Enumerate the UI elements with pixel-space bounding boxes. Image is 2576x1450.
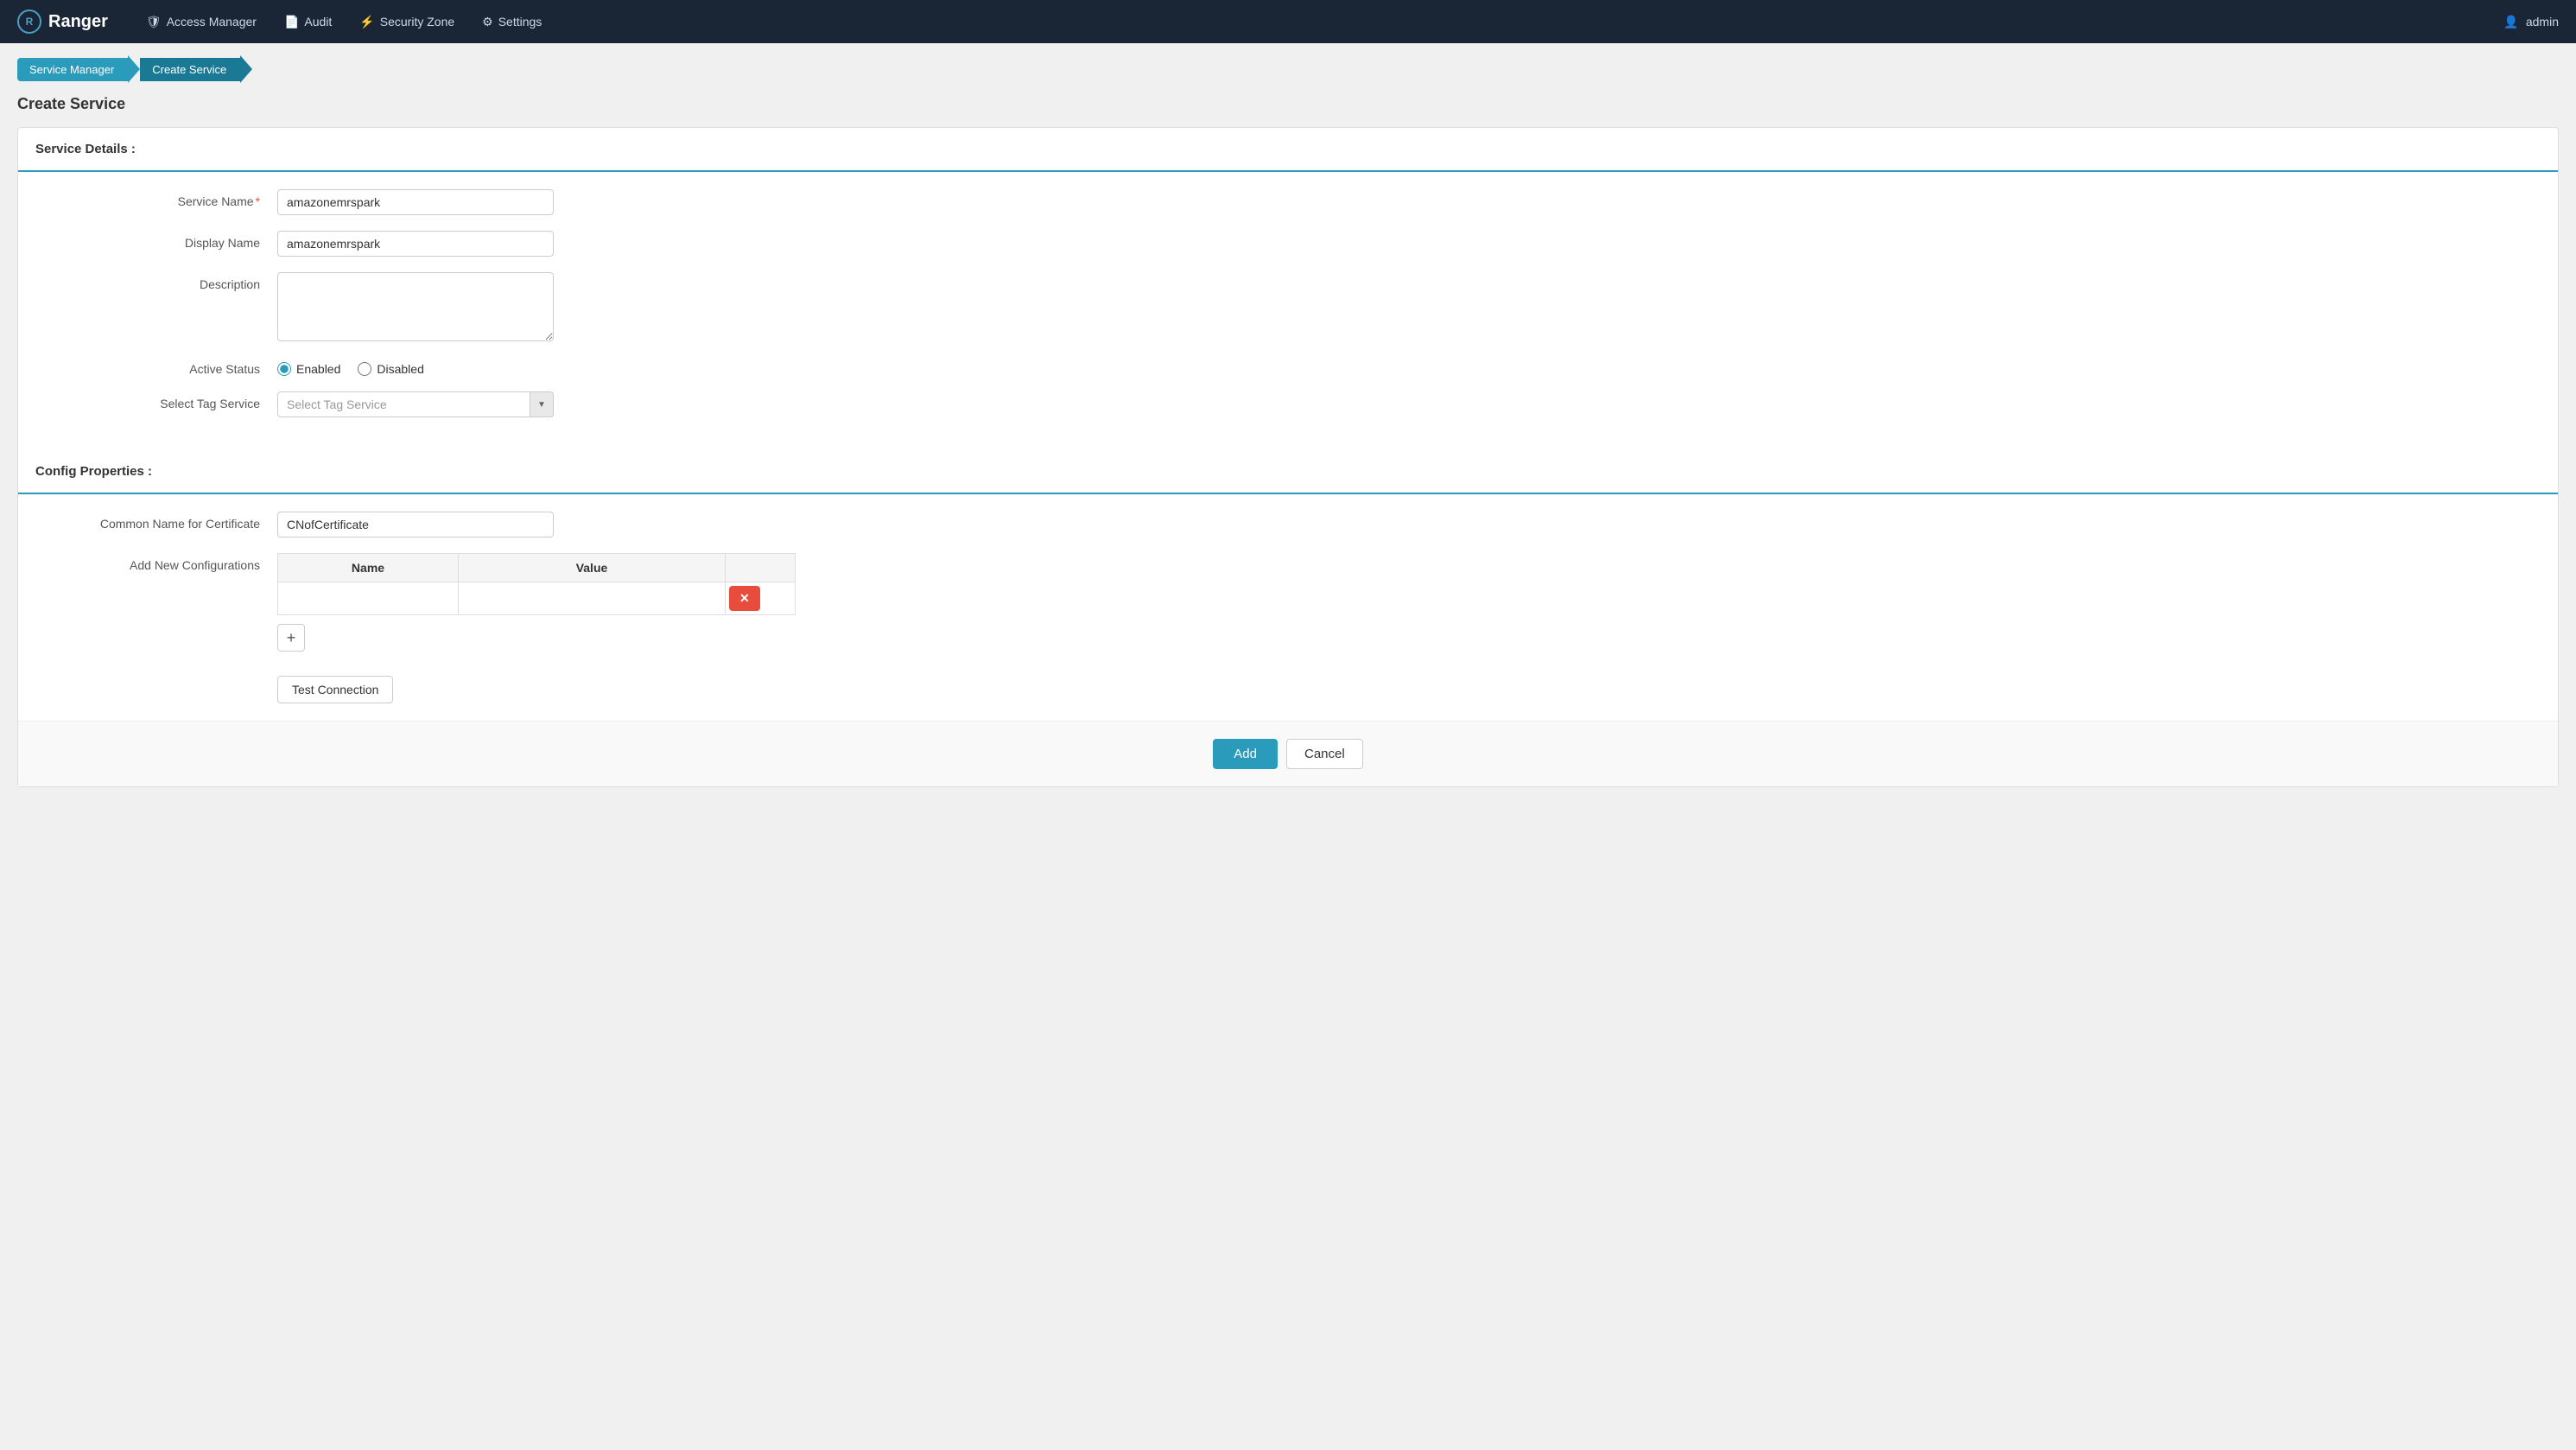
enabled-label: Enabled xyxy=(296,362,340,376)
test-connection-wrapper: Test Connection xyxy=(35,667,2541,703)
common-name-input[interactable] xyxy=(277,512,554,537)
config-table-wrapper: Name Value xyxy=(277,553,796,652)
disabled-radio-label[interactable]: Disabled xyxy=(358,362,423,376)
remove-row-button[interactable]: ✕ xyxy=(729,586,760,611)
active-status-row: Active Status Enabled Disabled xyxy=(35,357,2541,376)
description-input[interactable] xyxy=(277,272,554,341)
description-label: Description xyxy=(35,272,277,291)
tag-service-select[interactable]: Select Tag Service xyxy=(277,391,554,417)
required-indicator: * xyxy=(256,194,260,208)
service-details-header: Service Details : xyxy=(18,128,2558,172)
page-title: Create Service xyxy=(0,92,2576,127)
nav-audit[interactable]: 📄 Audit xyxy=(272,8,344,36)
tag-service-label: Select Tag Service xyxy=(35,391,277,410)
nav-settings-label: Settings xyxy=(498,15,542,29)
active-status-group: Enabled Disabled xyxy=(277,357,424,376)
shield-icon: 🛡 xyxy=(146,15,162,29)
admin-label: admin xyxy=(2526,15,2559,29)
breadcrumb-arrow-2 xyxy=(240,55,252,83)
admin-icon: 👤 xyxy=(2503,15,2518,29)
config-value-input[interactable] xyxy=(462,588,721,610)
disabled-label: Disabled xyxy=(377,362,423,376)
nav-security-zone-label: Security Zone xyxy=(380,15,454,29)
service-details-body: Service Name* Display Name Description A… xyxy=(18,172,2558,450)
config-table-header-row: Name Value xyxy=(278,554,796,582)
add-new-config-row: Add New Configurations Name Value xyxy=(35,553,2541,652)
nav-items: 🛡 Access Manager 📄 Audit ⚡ Security Zone… xyxy=(134,8,2504,36)
config-name-cell xyxy=(278,582,459,615)
settings-icon: ⚙ xyxy=(482,15,493,29)
brand-name: Ranger xyxy=(48,12,108,32)
add-row-button[interactable]: + xyxy=(277,624,305,652)
breadcrumb-create-service[interactable]: Create Service xyxy=(140,58,240,81)
active-status-label: Active Status xyxy=(35,357,277,376)
description-row: Description xyxy=(35,272,2541,341)
security-zone-icon: ⚡ xyxy=(359,15,374,29)
form-footer: Add Cancel xyxy=(18,721,2558,786)
config-action-cell: ✕ xyxy=(726,582,796,615)
disabled-radio[interactable] xyxy=(358,362,371,376)
breadcrumb-arrow-1 xyxy=(128,55,140,83)
nav-security-zone[interactable]: ⚡ Security Zone xyxy=(347,8,466,36)
nav-access-manager[interactable]: 🛡 Access Manager xyxy=(134,8,269,36)
table-row: ✕ xyxy=(278,582,796,615)
config-value-cell xyxy=(459,582,726,615)
common-name-row: Common Name for Certificate xyxy=(35,512,2541,537)
service-name-label: Service Name* xyxy=(35,189,277,208)
config-properties-body: Common Name for Certificate Add New Conf… xyxy=(18,494,2558,721)
action-col-header xyxy=(726,554,796,582)
service-name-row: Service Name* xyxy=(35,189,2541,215)
admin-menu[interactable]: 👤 admin xyxy=(2503,15,2559,29)
display-name-row: Display Name xyxy=(35,231,2541,257)
display-name-label: Display Name xyxy=(35,231,277,250)
enabled-radio-label[interactable]: Enabled xyxy=(277,362,340,376)
tag-service-row: Select Tag Service Select Tag Service ▼ xyxy=(35,391,2541,417)
config-properties-header: Config Properties : xyxy=(18,450,2558,494)
breadcrumb-service-manager[interactable]: Service Manager xyxy=(17,58,128,81)
config-table: Name Value xyxy=(277,553,796,615)
test-connection-button[interactable]: Test Connection xyxy=(277,676,393,703)
tag-service-select-wrapper: Select Tag Service ▼ xyxy=(277,391,554,417)
nav-audit-label: Audit xyxy=(304,15,332,29)
brand-logo[interactable]: R Ranger xyxy=(17,10,108,34)
brand-icon: R xyxy=(17,10,41,34)
name-col-header: Name xyxy=(278,554,459,582)
navbar: R Ranger 🛡 Access Manager 📄 Audit ⚡ Secu… xyxy=(0,0,2576,43)
config-name-input[interactable] xyxy=(282,588,454,610)
display-name-input[interactable] xyxy=(277,231,554,257)
main-content: Service Details : Service Name* Display … xyxy=(17,127,2559,787)
nav-settings[interactable]: ⚙ Settings xyxy=(470,8,554,36)
nav-access-manager-label: Access Manager xyxy=(167,15,257,29)
breadcrumb: Service Manager Create Service xyxy=(0,43,2576,92)
add-new-config-label: Add New Configurations xyxy=(35,553,277,572)
audit-icon: 📄 xyxy=(284,15,299,29)
add-button[interactable]: Add xyxy=(1213,739,1278,769)
cancel-button[interactable]: Cancel xyxy=(1286,739,1363,769)
common-name-label: Common Name for Certificate xyxy=(35,512,277,531)
value-col-header: Value xyxy=(459,554,726,582)
enabled-radio[interactable] xyxy=(277,362,291,376)
service-name-input[interactable] xyxy=(277,189,554,215)
